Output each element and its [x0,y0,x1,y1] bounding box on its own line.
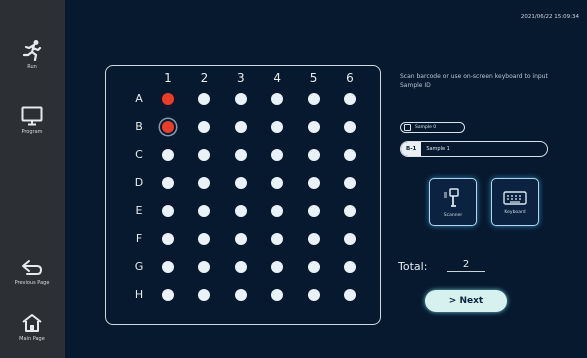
well-g2[interactable] [198,261,211,273]
running-man-icon [22,39,42,61]
well-a5[interactable] [307,93,320,105]
back-arrow-icon [22,259,42,275]
well-d4[interactable] [271,177,284,189]
well-d6[interactable] [344,177,356,189]
sample-pill[interactable]: Sample 0 [400,122,465,133]
run-button[interactable]: Run [7,30,57,78]
well-d3[interactable] [234,177,247,189]
well-c5[interactable] [307,149,320,161]
well-e4[interactable] [271,205,284,217]
sample-id-value: Sample 1 [426,146,450,152]
well-c3[interactable] [234,149,247,161]
well-e5[interactable] [307,205,320,217]
well-f5[interactable] [307,233,320,245]
well-f1[interactable] [162,233,174,245]
sidebar: Run Program Previous Page Main Page [0,0,65,358]
well-g5[interactable] [307,261,320,273]
well-b6[interactable] [344,121,356,133]
program-label: Program [21,128,43,135]
row-header: A [135,92,143,105]
well-f6[interactable] [344,233,356,245]
instruction-text: Scan barcode or use on-screen keyboard t… [400,73,548,89]
column-header: 3 [236,71,245,85]
well-c2[interactable] [198,149,211,161]
well-h4[interactable] [271,289,284,301]
well-f4[interactable] [271,233,284,245]
well-a2[interactable] [198,93,211,105]
well-tag: B-1 [401,142,422,156]
keyboard-label: Keyboard [504,209,526,215]
row-header: E [135,204,143,217]
well-d2[interactable] [198,177,211,189]
main-panel: 2021/06/22 15:09:34 1 2 3 4 5 6 A B C D E F G H Scan … [65,0,587,358]
column-header: 6 [346,71,354,85]
main-page-button[interactable]: Main Page [7,303,57,351]
well-g6[interactable] [344,261,356,273]
row-header: B [135,120,143,133]
well-g4[interactable] [271,261,284,273]
well-d1[interactable] [162,177,174,189]
barcode-box-icon [404,124,411,131]
row-header: H [134,288,144,301]
monitor-icon [21,106,43,125]
well-a6[interactable] [344,93,356,105]
previous-page-label: Previous Page [14,279,50,286]
well-f2[interactable] [198,233,211,245]
well-e1[interactable] [162,205,174,217]
scanner-button[interactable]: Scanner [429,178,477,226]
well-c1[interactable] [162,149,174,161]
run-label: Run [27,63,37,70]
well-c4[interactable] [271,149,284,161]
well-f3[interactable] [234,233,247,245]
previous-page-button[interactable]: Previous Page [7,248,57,296]
home-icon [22,313,42,332]
well-g1[interactable] [162,261,174,273]
well-a4[interactable] [271,93,284,105]
well-a3[interactable] [234,93,247,105]
total-value: 2 [447,259,485,272]
well-e6[interactable] [344,205,356,217]
program-button[interactable]: Program [7,96,57,144]
next-button[interactable]: > Next [425,290,507,312]
keyboard-icon [503,190,527,205]
well-d5[interactable] [307,177,320,189]
well-c6[interactable] [344,149,356,161]
well-h5[interactable] [307,289,320,301]
scanner-label: Scanner [443,212,463,218]
row-header: C [135,148,143,161]
well-g3[interactable] [234,261,247,273]
well-h1[interactable] [162,289,174,301]
well-h6[interactable] [344,289,356,301]
total-label: Total: [398,260,428,273]
row-header: F [135,232,143,245]
well-e2[interactable] [198,205,211,217]
well-b4[interactable] [271,121,284,133]
row-header: G [134,260,144,273]
well-b1[interactable] [162,121,174,133]
column-header: 2 [200,71,209,85]
sample-id-input[interactable]: B-1 Sample 1 [400,141,548,157]
timestamp: 2021/06/22 15:09:34 [520,14,579,20]
well-b2[interactable] [198,121,211,133]
barcode-scanner-icon [444,187,459,207]
column-header: 5 [309,71,318,85]
well-h3[interactable] [234,289,247,301]
well-b5[interactable] [307,121,320,133]
column-header: 1 [164,71,172,85]
plate-grid: 1 2 3 4 5 6 A B C D E F G H [105,65,381,325]
well-h2[interactable] [198,289,211,301]
well-e3[interactable] [234,205,247,217]
row-header: D [134,176,144,189]
keyboard-button[interactable]: Keyboard [491,178,539,226]
well-a1[interactable] [162,93,174,105]
main-page-label: Main Page [19,335,45,342]
column-header: 4 [273,71,281,85]
well-b3[interactable] [234,121,247,133]
sample-pill-label: Sample 0 [415,125,437,130]
